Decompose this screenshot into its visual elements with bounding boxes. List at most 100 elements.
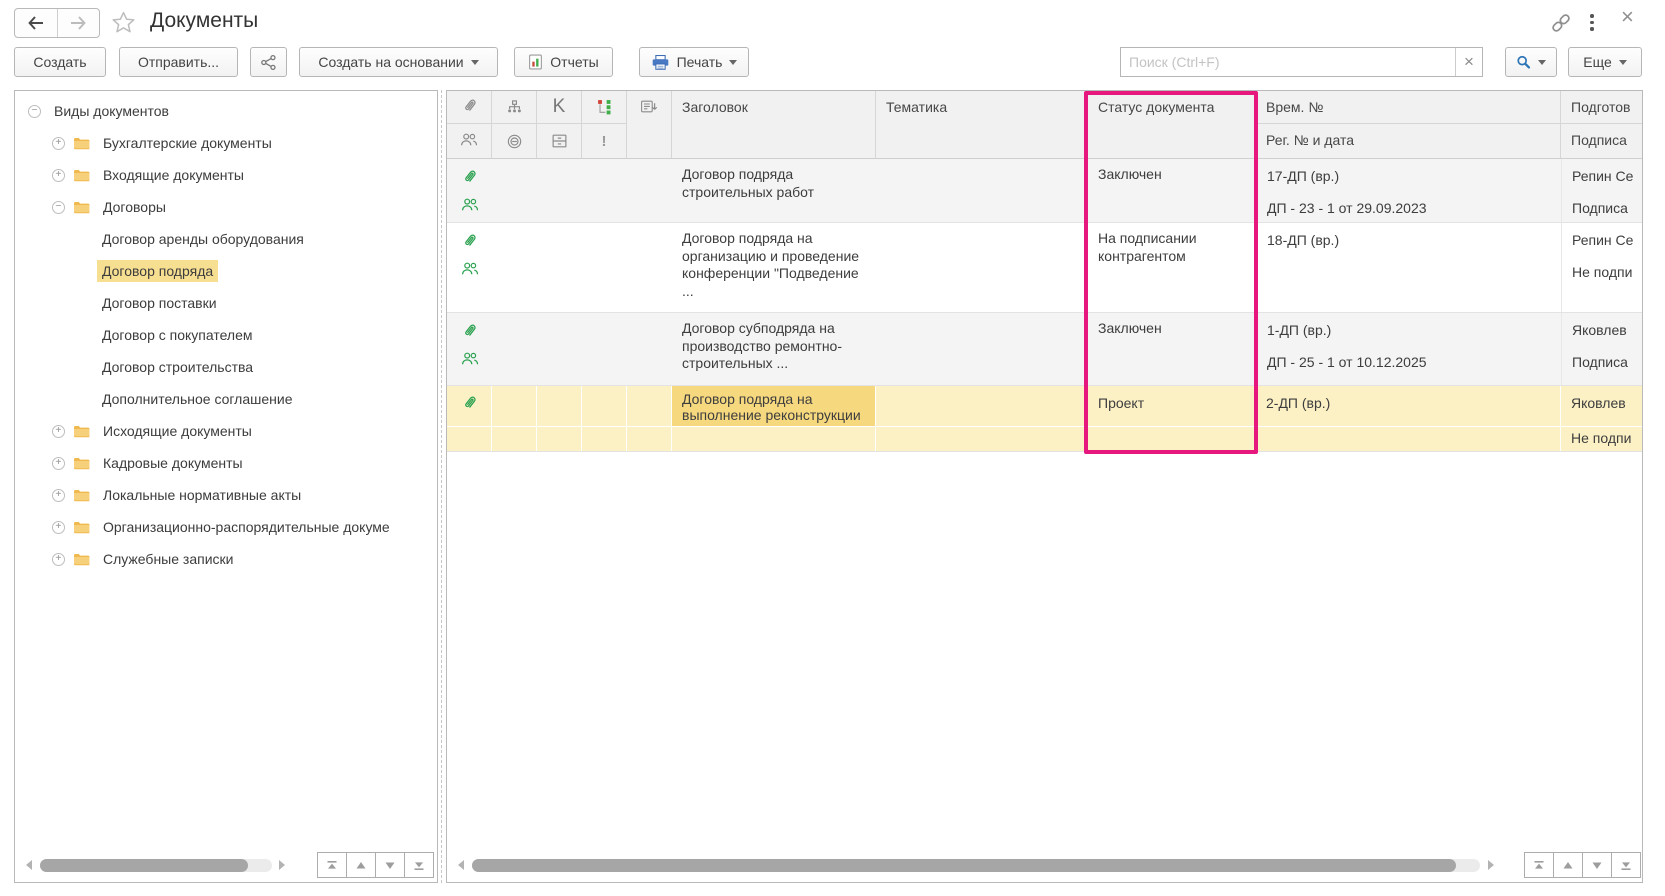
go-first-button[interactable] — [1524, 852, 1554, 878]
scroll-right-arrow[interactable] — [1488, 860, 1494, 870]
horizontal-scrollbar[interactable] — [40, 859, 272, 872]
column-header-title[interactable]: Заголовок — [672, 91, 876, 158]
tree-item-label: Дополнительное соглашение — [97, 388, 298, 410]
tree-item-label: Договоры — [98, 196, 171, 218]
attachment-icon — [461, 322, 478, 342]
folder-icon — [73, 424, 90, 438]
go-previous-button[interactable] — [346, 852, 376, 878]
status-flags-column-icon[interactable] — [582, 91, 627, 124]
expand-icon[interactable]: + — [52, 489, 65, 502]
important-column-icon[interactable]: ! — [582, 124, 627, 158]
folder-icon — [73, 488, 90, 502]
cell-theme — [876, 386, 1088, 427]
tree-item[interactable]: +Служебные записки — [15, 543, 437, 575]
cell-numbers: 1-ДП (вр.)ДП - 25 - 1 от 10.12.2025 — [1256, 313, 1561, 385]
folder-icon — [73, 136, 90, 150]
go-first-button[interactable] — [317, 852, 347, 878]
tree-item[interactable]: Договор подряда — [15, 255, 437, 287]
k-column-icon[interactable]: K — [537, 91, 582, 124]
column-header-status[interactable]: Статус документа — [1088, 91, 1256, 158]
cardfile-column-icon[interactable] — [537, 124, 582, 158]
go-next-button[interactable] — [375, 852, 405, 878]
seal-column-icon[interactable] — [492, 124, 537, 158]
print-button[interactable]: Печать — [639, 47, 749, 77]
more-button[interactable]: Еще — [1568, 47, 1642, 77]
tree-item[interactable]: +Исходящие документы — [15, 415, 437, 447]
horizontal-scrollbar[interactable] — [472, 859, 1480, 872]
tree-item[interactable]: +Организационно-распорядительные докуме — [15, 511, 437, 543]
create-based-on-button[interactable]: Создать на основании — [299, 47, 498, 77]
tree-item[interactable]: Договор аренды оборудования — [15, 223, 437, 255]
tree-item[interactable]: +Локальные нормативные акты — [15, 479, 437, 511]
search-input[interactable] — [1121, 48, 1455, 76]
tree-item[interactable]: Договор с покупателем — [15, 319, 437, 351]
table-header: K ! Заголовок Тематика Статус документа — [447, 91, 1642, 159]
tree-item[interactable]: − Договоры — [15, 191, 437, 223]
collapse-icon[interactable]: − — [28, 105, 41, 118]
tree-item[interactable]: Дополнительное соглашение — [15, 383, 437, 415]
column-header-signed[interactable]: Подписа — [1561, 124, 1642, 158]
expand-icon[interactable]: + — [52, 169, 65, 182]
get-link-icon[interactable] — [1549, 11, 1573, 38]
tree-item[interactable]: +Входящие документы — [15, 159, 437, 191]
tree-item[interactable]: Договор поставки — [15, 287, 437, 319]
tree-item[interactable]: −Виды документов — [15, 95, 437, 127]
forward-button[interactable] — [57, 9, 100, 37]
table-row[interactable]: Договор подряда на организацию и проведе… — [447, 223, 1642, 313]
go-previous-button[interactable] — [1553, 852, 1583, 878]
scroll-right-arrow[interactable] — [279, 860, 285, 870]
table-row-selected[interactable]: Договор подряда на выполнение реконструк… — [447, 386, 1642, 452]
table-row[interactable]: Договор подряда строительных работЗаключ… — [447, 159, 1642, 223]
column-header-reg-number[interactable]: Рег. № и дата — [1256, 124, 1560, 158]
expand-icon[interactable]: + — [52, 425, 65, 438]
expand-icon[interactable]: + — [52, 521, 65, 534]
close-icon[interactable]: × — [1621, 6, 1634, 28]
expand-icon[interactable]: + — [52, 457, 65, 470]
send-button[interactable]: Отправить... — [119, 47, 238, 77]
create-button[interactable]: Создать — [14, 47, 106, 77]
cell-title: Договор подряда строительных работ — [672, 159, 876, 222]
important-column-label: ! — [602, 133, 607, 150]
scroll-left-arrow[interactable] — [458, 860, 464, 870]
transfer-column-icon[interactable] — [627, 91, 672, 158]
find-button[interactable] — [1505, 47, 1557, 77]
members-column-icon[interactable] — [447, 124, 492, 158]
icon-cell — [447, 427, 492, 451]
tree-item[interactable]: Договор строительства — [15, 351, 437, 383]
search-clear-button[interactable]: × — [1455, 48, 1482, 76]
chevron-down-icon — [1619, 60, 1627, 69]
share-button[interactable] — [250, 47, 287, 77]
reports-button[interactable]: Отчеты — [514, 47, 613, 77]
cell-signed: Не подпи — [1572, 255, 1642, 280]
tree-item[interactable]: +Кадровые документы — [15, 447, 437, 479]
cell-theme — [876, 313, 1088, 385]
expand-icon[interactable]: + — [52, 553, 65, 566]
collapse-icon[interactable]: − — [52, 201, 65, 214]
row-icons — [447, 223, 672, 312]
go-next-button[interactable] — [1582, 852, 1612, 878]
attachment-column-icon[interactable] — [447, 91, 492, 124]
table-row[interactable]: Договор субподряда на производство ремон… — [447, 313, 1642, 386]
folder-icon — [73, 456, 90, 470]
hierarchy-column-icon[interactable] — [492, 91, 537, 124]
create-based-on-label: Создать на основании — [318, 54, 463, 70]
folder-icon — [73, 552, 90, 566]
panel-splitter[interactable] — [441, 90, 442, 883]
folder-icon — [73, 552, 90, 566]
cell-reg-number — [1256, 427, 1561, 451]
column-header-prepared[interactable]: Подготов — [1561, 91, 1642, 124]
scroll-left-arrow[interactable] — [26, 860, 32, 870]
go-last-button[interactable] — [404, 852, 434, 878]
column-header-theme[interactable]: Тематика — [876, 91, 1088, 158]
favorite-star-icon[interactable] — [110, 10, 137, 39]
cell-people: Репин СеПодписа — [1561, 159, 1642, 222]
tree-item[interactable]: +Бухгалтерские документы — [15, 127, 437, 159]
column-header-temp-number[interactable]: Врем. № — [1256, 91, 1560, 124]
scrollbar-thumb[interactable] — [40, 859, 248, 872]
window-menu-icon[interactable] — [1590, 14, 1594, 31]
go-last-button[interactable] — [1611, 852, 1641, 878]
scrollbar-thumb[interactable] — [472, 859, 1456, 872]
row-icons — [447, 313, 672, 385]
back-button[interactable] — [15, 9, 57, 37]
expand-icon[interactable]: + — [52, 137, 65, 150]
